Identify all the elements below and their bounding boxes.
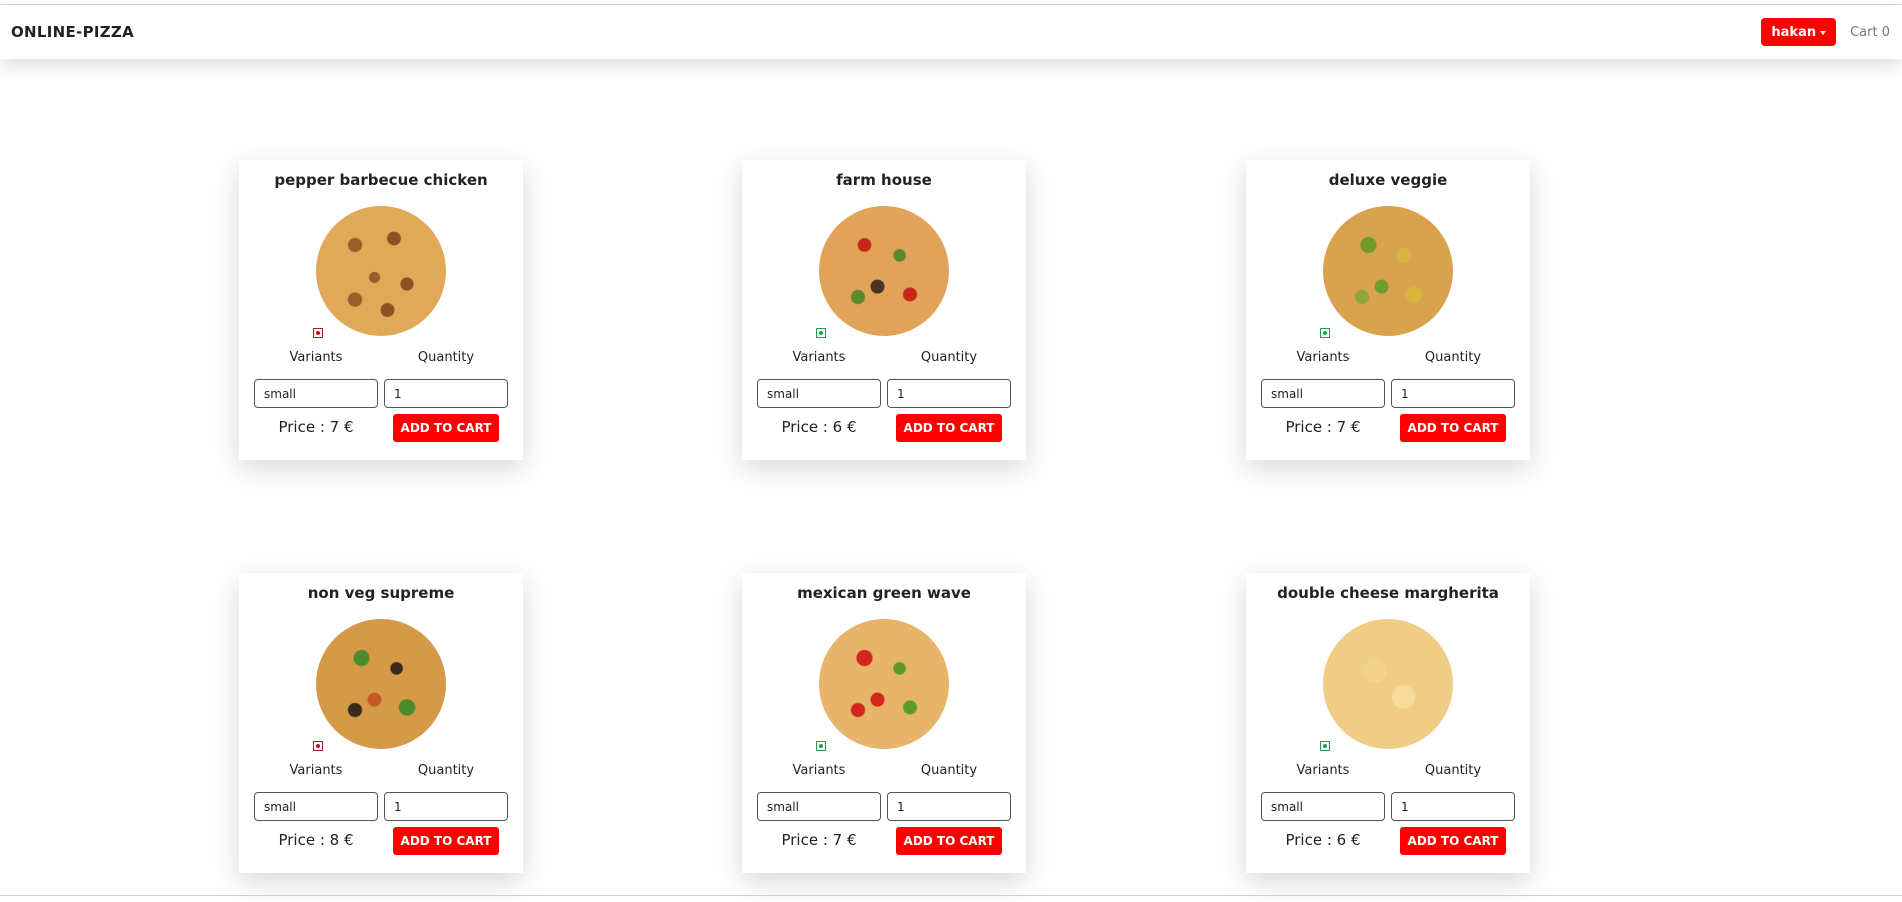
add-to-cart-button[interactable]: ADD TO CART: [1400, 827, 1506, 855]
price-text: Price : 7 €: [781, 831, 857, 849]
variant-select[interactable]: small: [254, 379, 378, 408]
pizza-image: [316, 206, 446, 336]
pizza-card: farm house Variants Quantity small 1 Pri…: [742, 160, 1026, 460]
quantity-select[interactable]: 1: [887, 379, 1011, 408]
add-to-cart-button[interactable]: ADD TO CART: [896, 414, 1002, 442]
veg-indicator-icon: [1320, 328, 1330, 338]
variants-label: Variants: [1296, 350, 1350, 365]
veg-indicator-icon: [1320, 741, 1330, 751]
pizza-image: [316, 619, 446, 749]
quantity-label: Quantity: [417, 350, 475, 365]
variant-select[interactable]: small: [1261, 379, 1385, 408]
quantity-label: Quantity: [1424, 763, 1482, 778]
pizza-name: double cheese margherita: [1277, 584, 1499, 602]
variant-select[interactable]: small: [757, 792, 881, 821]
pizza-card: mexican green wave Variants Quantity sma…: [742, 573, 1026, 873]
pizza-image: [819, 206, 949, 336]
add-to-cart-button[interactable]: ADD TO CART: [896, 827, 1002, 855]
veg-indicator-icon: [816, 328, 826, 338]
quantity-label: Quantity: [1424, 350, 1482, 365]
quantity-label: Quantity: [920, 763, 978, 778]
quantity-select[interactable]: 1: [384, 379, 508, 408]
bottom-border: [0, 895, 1902, 896]
pizza-card: deluxe veggie Variants Quantity small 1 …: [1246, 160, 1530, 460]
pizza-name: non veg supreme: [307, 584, 455, 602]
pizza-card: double cheese margherita Variants Quanti…: [1246, 573, 1530, 873]
quantity-label: Quantity: [920, 350, 978, 365]
variants-label: Variants: [792, 350, 846, 365]
variants-label: Variants: [1296, 763, 1350, 778]
pizza-card: pepper barbecue chicken Variants Quantit…: [239, 160, 523, 460]
caret-down-icon: [1820, 30, 1827, 35]
price-text: Price : 6 €: [781, 418, 857, 436]
variant-select[interactable]: small: [757, 379, 881, 408]
pizza-image: [1323, 619, 1453, 749]
pizza-card: non veg supreme Variants Quantity small …: [239, 573, 523, 873]
non-veg-indicator-icon: [313, 328, 323, 338]
pizza-name: pepper barbecue chicken: [274, 171, 488, 189]
quantity-label: Quantity: [417, 763, 475, 778]
navbar: ONLINE-PIZZA hakan Cart 0: [0, 5, 1902, 59]
cart-link[interactable]: Cart 0: [1850, 25, 1890, 40]
variants-label: Variants: [289, 350, 343, 365]
user-dropdown-button[interactable]: hakan: [1761, 18, 1837, 46]
user-name: hakan: [1771, 24, 1817, 40]
non-veg-indicator-icon: [313, 741, 323, 751]
add-to-cart-button[interactable]: ADD TO CART: [393, 827, 499, 855]
brand-logo[interactable]: ONLINE-PIZZA: [11, 23, 134, 41]
price-text: Price : 8 €: [278, 831, 354, 849]
pizza-name: deluxe veggie: [1328, 171, 1448, 189]
veg-indicator-icon: [816, 741, 826, 751]
pizza-image: [819, 619, 949, 749]
variant-select[interactable]: small: [254, 792, 378, 821]
add-to-cart-button[interactable]: ADD TO CART: [1400, 414, 1506, 442]
pizza-image: [1323, 206, 1453, 336]
price-text: Price : 7 €: [1285, 418, 1361, 436]
quantity-select[interactable]: 1: [1391, 379, 1515, 408]
variants-label: Variants: [289, 763, 343, 778]
pizza-name: farm house: [836, 171, 932, 189]
quantity-select[interactable]: 1: [1391, 792, 1515, 821]
price-text: Price : 6 €: [1285, 831, 1361, 849]
price-text: Price : 7 €: [278, 418, 354, 436]
variants-label: Variants: [792, 763, 846, 778]
quantity-select[interactable]: 1: [887, 792, 1011, 821]
variant-select[interactable]: small: [1261, 792, 1385, 821]
navbar-right: hakan Cart 0: [1761, 18, 1890, 46]
pizza-name: mexican green wave: [797, 584, 971, 602]
quantity-select[interactable]: 1: [384, 792, 508, 821]
add-to-cart-button[interactable]: ADD TO CART: [393, 414, 499, 442]
